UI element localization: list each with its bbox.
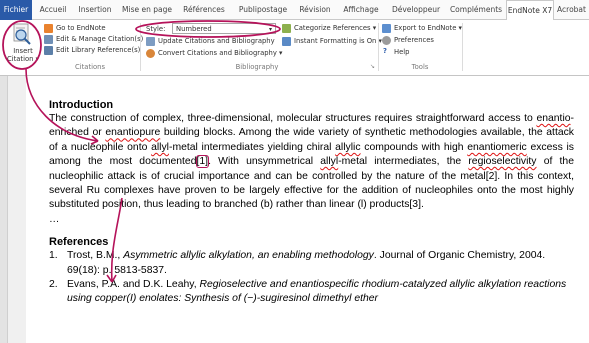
- tab-endnote[interactable]: EndNote X7: [506, 0, 554, 21]
- vertical-ruler: [0, 76, 8, 343]
- ellipsis: …: [49, 213, 60, 225]
- ribbon-tab-bar: Fichier Accueil Insertion Mise en page R…: [0, 0, 589, 21]
- insert-citation-icon: [13, 23, 31, 45]
- reference-number: 1.: [49, 250, 58, 262]
- introduction-paragraph[interactable]: The construction of complex, three-dimen…: [49, 112, 574, 213]
- misspelled-word[interactable]: enantiopure: [105, 127, 160, 138]
- misspelled-word[interactable]: allyl: [151, 142, 169, 153]
- text-run: -metal intermediates, the: [338, 156, 469, 168]
- categorize-references-button[interactable]: Categorize References ▾: [294, 24, 376, 33]
- tab-review[interactable]: Révision: [294, 0, 336, 20]
- style-dropdown-value: Numbered: [176, 25, 212, 33]
- update-citations-icon: [146, 37, 155, 46]
- tools-group-label: Tools: [411, 63, 429, 71]
- update-citations-button[interactable]: Update Citations and Bibliography: [158, 37, 275, 46]
- edit-manage-citations-icon: [44, 35, 53, 44]
- tab-view[interactable]: Affichage: [336, 0, 386, 20]
- edit-manage-citations-button[interactable]: Edit & Manage Citation(s): [56, 35, 143, 44]
- group-separator: [140, 23, 141, 71]
- bibliography-group-label: Bibliography: [235, 63, 279, 71]
- document-body: Introduction The construction of complex…: [49, 98, 574, 307]
- tab-insert[interactable]: Insertion: [72, 0, 118, 20]
- tab-acrobat[interactable]: Acrobat: [554, 0, 589, 20]
- reference-number: 2.: [49, 279, 58, 291]
- convert-citations-button[interactable]: Convert Citations and Bibliography ▾: [158, 49, 282, 58]
- edit-library-reference-icon: [44, 46, 53, 55]
- references-heading: References: [49, 236, 109, 249]
- reference-item: 1. Trost, B.M., Asymmetric allylic alkyla…: [49, 249, 574, 278]
- instant-formatting-button[interactable]: Instant Formatting is On ▾: [294, 37, 382, 46]
- text-run: . With unsymmetrical: [208, 156, 321, 168]
- text-run: The construction of complex, three-dimen…: [49, 113, 537, 124]
- document-area: Introduction The construction of complex…: [0, 76, 589, 343]
- edit-library-reference-button[interactable]: Edit Library Reference(s): [56, 46, 140, 55]
- style-dropdown[interactable]: Numbered ▾: [172, 23, 276, 34]
- export-to-endnote-icon: [382, 24, 391, 33]
- misspelled-word[interactable]: allyl: [320, 156, 338, 167]
- group-separator: [378, 23, 379, 71]
- text-run: -metal intermediates yielding chiral: [168, 141, 336, 153]
- endnote-ribbon: Insert Citation ▾ Go to EndNote Edit & M…: [0, 20, 589, 76]
- chevron-down-icon: ▾: [268, 26, 272, 33]
- tab-add-ins[interactable]: Compléments: [446, 0, 506, 20]
- introduction-heading: Introduction: [49, 99, 114, 111]
- insert-citation-button[interactable]: Insert Citation ▾: [3, 22, 41, 72]
- categorize-references-icon: [282, 24, 291, 33]
- instant-formatting-icon: [282, 37, 291, 46]
- reference-authors: Trost, B.M.,: [67, 250, 124, 262]
- tab-references[interactable]: Références: [176, 0, 232, 20]
- citation-marker[interactable]: [1]: [195, 155, 210, 169]
- insert-citation-label-2: Citation ▾: [6, 55, 40, 63]
- misspelled-word[interactable]: enantio: [536, 113, 570, 124]
- document-page[interactable]: Introduction The construction of complex…: [26, 76, 589, 343]
- go-to-endnote-button[interactable]: Go to EndNote: [56, 24, 106, 33]
- dialog-launcher-icon[interactable]: ↘: [370, 62, 375, 71]
- misspelled-word[interactable]: allylic: [335, 142, 360, 153]
- preferences-button[interactable]: Preferences: [394, 36, 434, 45]
- tab-home[interactable]: Accueil: [34, 0, 72, 20]
- tab-file[interactable]: Fichier: [0, 0, 32, 20]
- reference-title: Asymmetric allylic alkylation, an enabli…: [123, 250, 374, 262]
- convert-citations-icon: [146, 49, 155, 58]
- misspelled-word[interactable]: enantiomeric: [467, 142, 527, 153]
- tab-page-layout[interactable]: Mise en page: [118, 0, 176, 20]
- preferences-icon: [382, 36, 391, 45]
- text-run: compounds with high: [360, 141, 468, 153]
- group-separator: [462, 23, 463, 71]
- tab-mailings[interactable]: Publipostage: [232, 0, 294, 20]
- help-icon: ?: [383, 47, 387, 55]
- export-to-endnote-button[interactable]: Export to EndNote ▾: [394, 24, 462, 33]
- reference-item: 2. Evans, P.A. and D.K. Leahy, Regioselec…: [49, 278, 574, 307]
- go-to-endnote-icon: [44, 24, 53, 33]
- style-label: Style:: [146, 25, 166, 33]
- misspelled-word[interactable]: regioselectivity: [468, 156, 536, 167]
- reference-authors: Evans, P.A. and D.K. Leahy,: [67, 279, 200, 291]
- help-button[interactable]: Help: [394, 48, 410, 57]
- word-window: Fichier Accueil Insertion Mise en page R…: [0, 0, 589, 343]
- citations-group-label: Citations: [74, 63, 106, 71]
- tab-developer[interactable]: Développeur: [386, 0, 446, 20]
